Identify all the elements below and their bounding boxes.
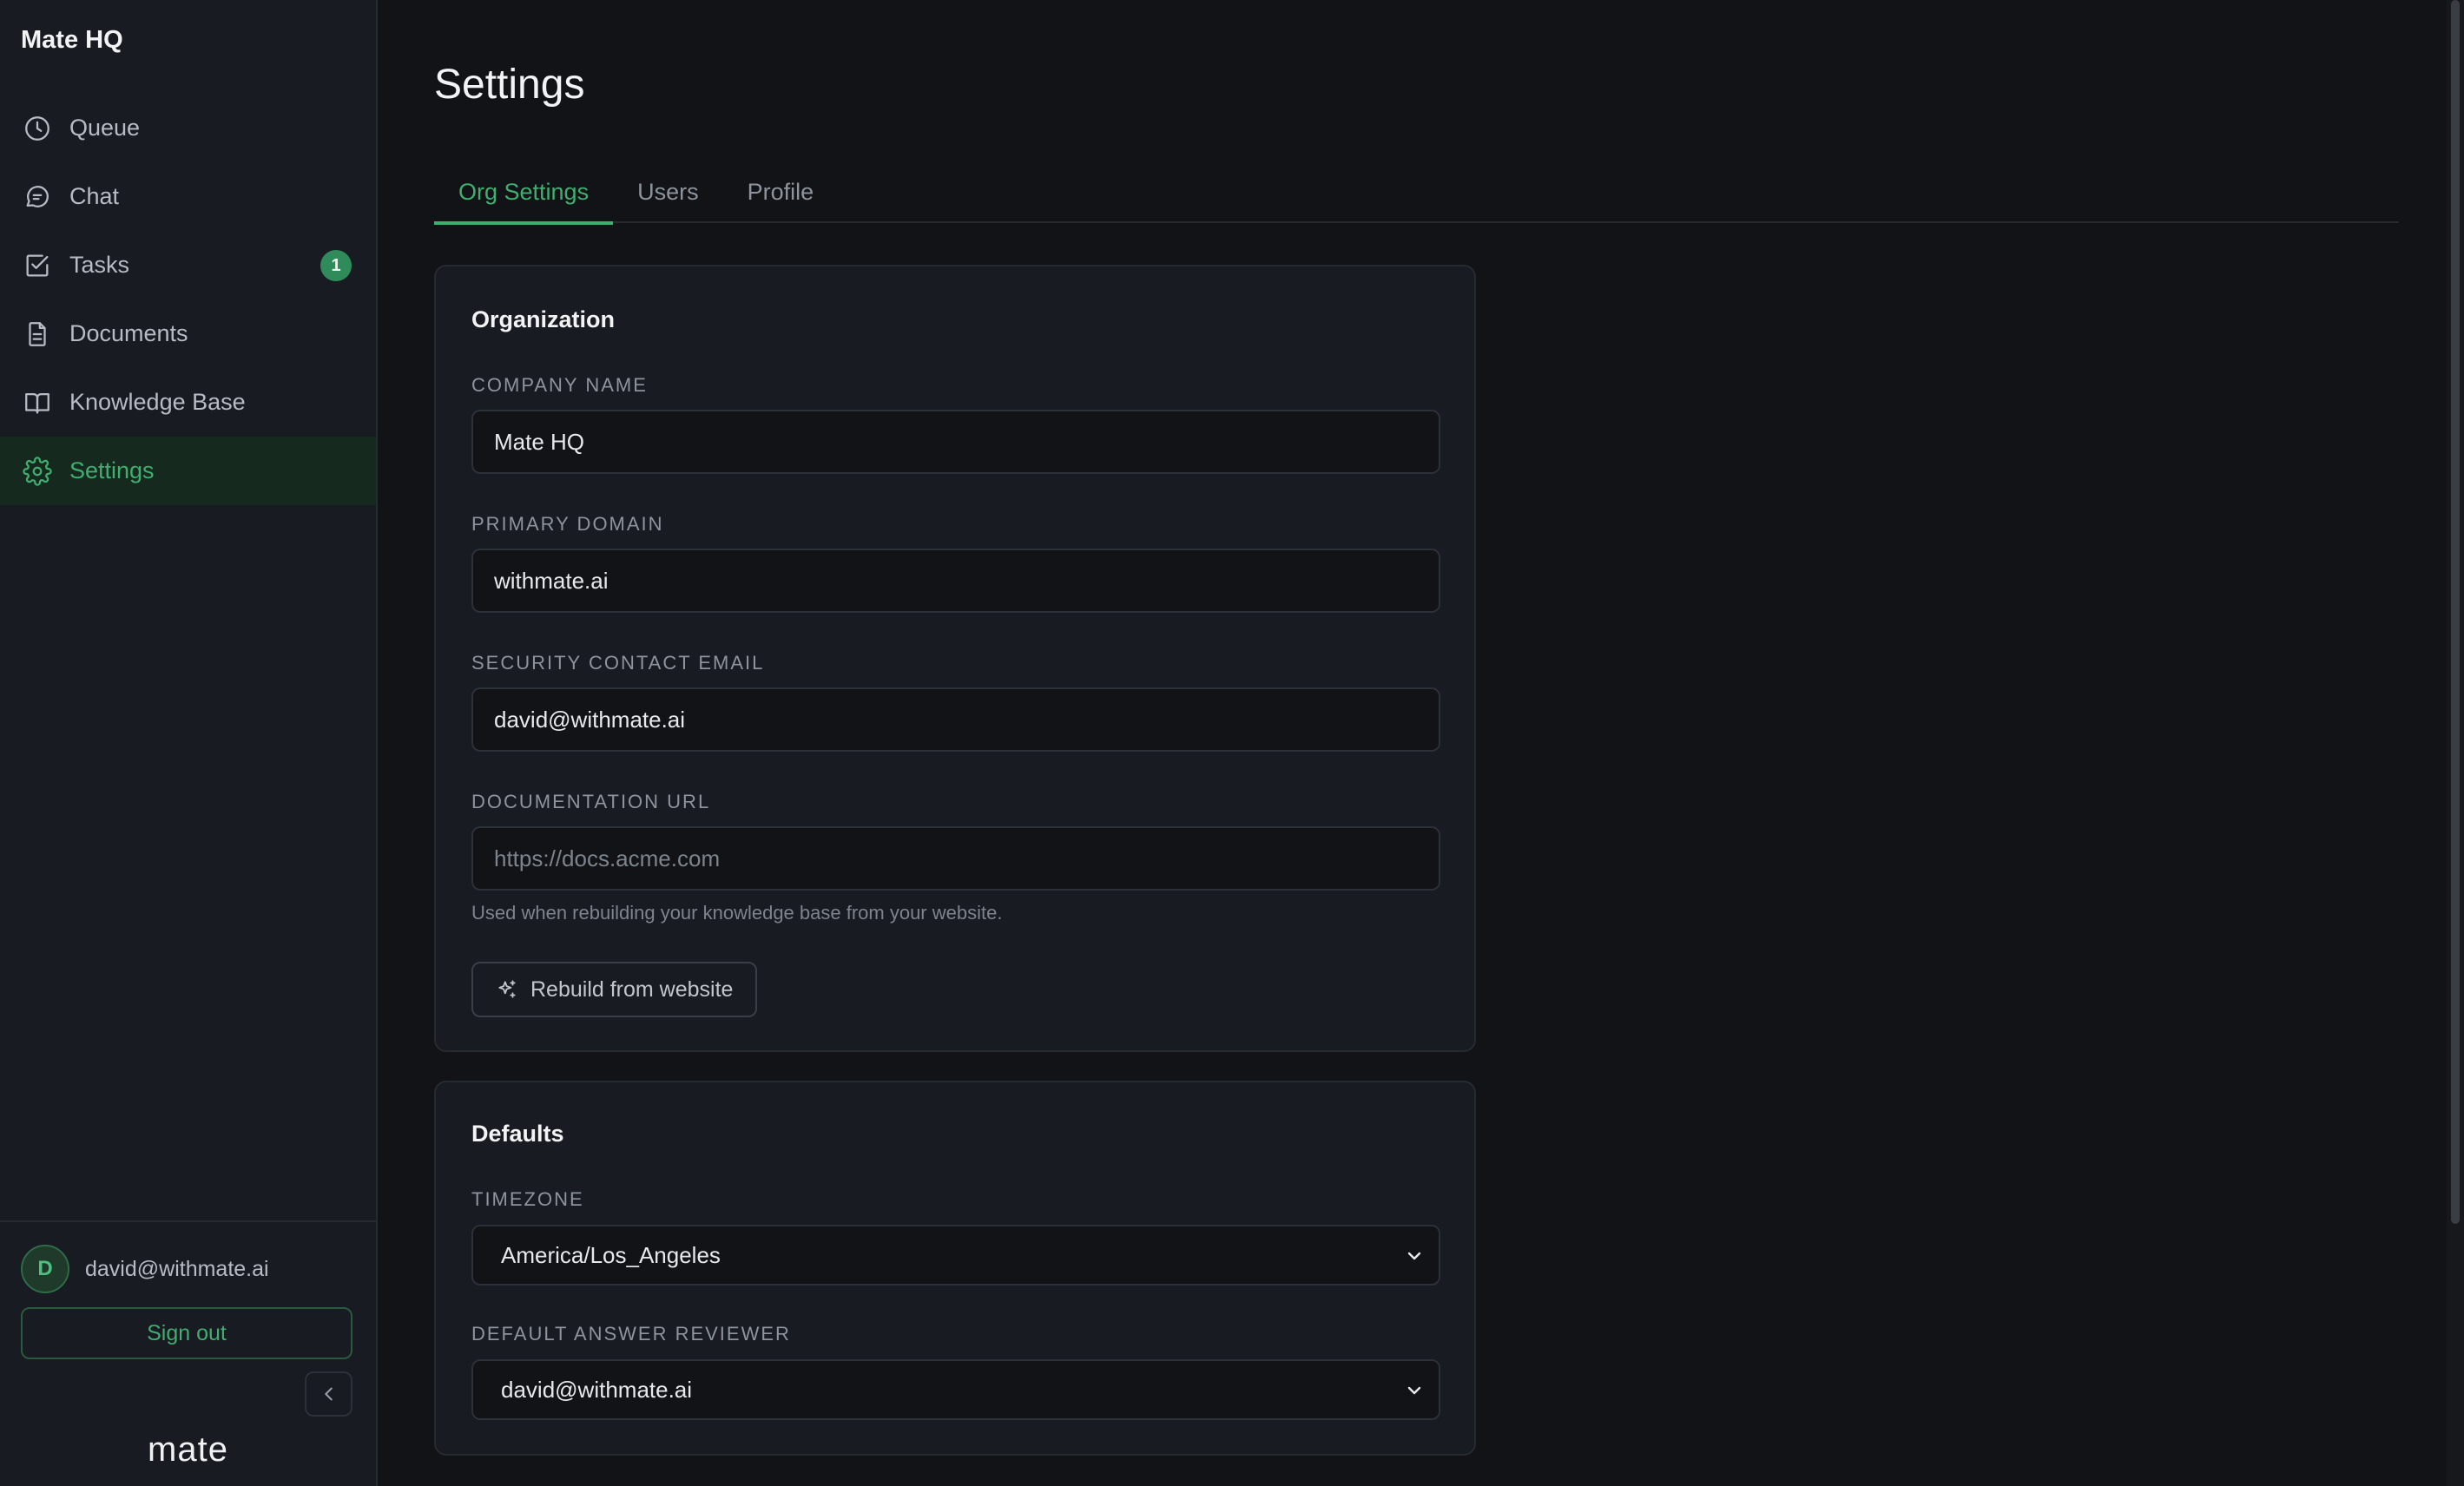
security-email-label: SECURITY CONTACT EMAIL bbox=[471, 652, 765, 674]
sidebar-item-chat[interactable]: Chat bbox=[0, 162, 376, 231]
gear-icon bbox=[23, 456, 52, 486]
sidebar-nav: Queue Chat Tasks 1 Documents Knowledge B… bbox=[0, 94, 376, 505]
page-title: Settings bbox=[434, 62, 585, 108]
avatar: D bbox=[21, 1245, 69, 1293]
sidebar-item-label: Documents bbox=[69, 320, 188, 346]
timezone-select[interactable]: America/Los_Angeles bbox=[471, 1225, 1440, 1285]
scrollbar[interactable] bbox=[2447, 0, 2464, 1486]
default-reviewer-label: DEFAULT ANSWER REVIEWER bbox=[471, 1323, 791, 1345]
documentation-url-helper: Used when rebuilding your knowledge base… bbox=[471, 902, 1003, 924]
tab-users[interactable]: Users bbox=[613, 161, 723, 223]
sidebar-item-label: Chat bbox=[69, 183, 120, 209]
organization-title: Organization bbox=[471, 306, 616, 332]
sidebar-item-label: Tasks bbox=[69, 252, 130, 278]
chevron-left-icon bbox=[324, 1387, 333, 1401]
sidebar-item-queue[interactable]: Queue bbox=[0, 94, 376, 162]
book-icon bbox=[25, 392, 49, 413]
tab-org-settings[interactable]: Org Settings bbox=[434, 161, 614, 225]
default-reviewer-value: david@withmate.ai bbox=[501, 1376, 693, 1403]
rebuild-from-website-button[interactable]: Rebuild from website bbox=[471, 962, 758, 1017]
documentation-url-input[interactable] bbox=[471, 826, 1440, 891]
timezone-value: America/Los_Angeles bbox=[501, 1241, 721, 1268]
company-name-label: COMPANY NAME bbox=[471, 374, 648, 396]
rebuild-label: Rebuild from website bbox=[530, 976, 734, 1002]
app-window: Mate HQ Queue Chat Tasks 1 Documents Kno… bbox=[0, 0, 2464, 1486]
sidebar-footer: D david@withmate.ai Sign out mate bbox=[0, 1220, 376, 1486]
mate-logo: mate bbox=[148, 1430, 228, 1469]
clock-icon bbox=[25, 115, 49, 141]
security-email-input[interactable] bbox=[471, 687, 1440, 752]
sidebar-item-documents[interactable]: Documents bbox=[0, 299, 376, 368]
sidebar-item-label: Settings bbox=[69, 457, 155, 483]
checkbox-icon bbox=[26, 254, 49, 276]
company-name-input[interactable] bbox=[471, 410, 1440, 474]
sidebar-item-tasks[interactable]: Tasks 1 bbox=[0, 231, 376, 299]
tab-profile[interactable]: Profile bbox=[723, 161, 839, 223]
user-email: david@withmate.ai bbox=[85, 1256, 269, 1281]
documentation-url-label: DOCUMENTATION URL bbox=[471, 791, 711, 812]
main-content: Settings Org Settings Users Profile Orga… bbox=[379, 0, 2464, 1486]
sidebar-item-knowledge-base[interactable]: Knowledge Base bbox=[0, 368, 376, 437]
tasks-count-badge: 1 bbox=[320, 250, 352, 281]
sidebar-item-label: Queue bbox=[69, 115, 141, 141]
default-reviewer-select[interactable]: david@withmate.ai bbox=[471, 1359, 1440, 1420]
scrollbar-thumb[interactable] bbox=[2451, 0, 2460, 1224]
settings-tabs: Org Settings Users Profile bbox=[434, 161, 2399, 225]
collapse-sidebar-button[interactable] bbox=[305, 1371, 352, 1417]
organization-card: Organization COMPANY NAME PRIMARY DOMAIN… bbox=[434, 265, 1476, 1052]
primary-domain-label: PRIMARY DOMAIN bbox=[471, 513, 664, 535]
org-name: Mate HQ bbox=[21, 26, 123, 54]
primary-domain-input[interactable] bbox=[471, 549, 1440, 613]
sign-out-button[interactable]: Sign out bbox=[21, 1307, 352, 1359]
timezone-label: TIMEZONE bbox=[471, 1188, 584, 1210]
sparkle-icon bbox=[498, 980, 516, 998]
defaults-title: Defaults bbox=[471, 1121, 564, 1147]
document-icon bbox=[29, 321, 46, 346]
sidebar: Mate HQ Queue Chat Tasks 1 Documents Kno… bbox=[0, 0, 378, 1486]
user-info: D david@withmate.ai bbox=[21, 1245, 269, 1293]
chat-bubble-icon bbox=[26, 185, 49, 207]
sidebar-item-settings[interactable]: Settings bbox=[0, 437, 376, 505]
defaults-card: Defaults TIMEZONE America/Los_Angeles DE… bbox=[434, 1081, 1476, 1456]
sidebar-item-label: Knowledge Base bbox=[69, 389, 246, 415]
chevron-down-icon bbox=[1407, 1252, 1421, 1260]
chevron-down-icon bbox=[1407, 1386, 1421, 1395]
